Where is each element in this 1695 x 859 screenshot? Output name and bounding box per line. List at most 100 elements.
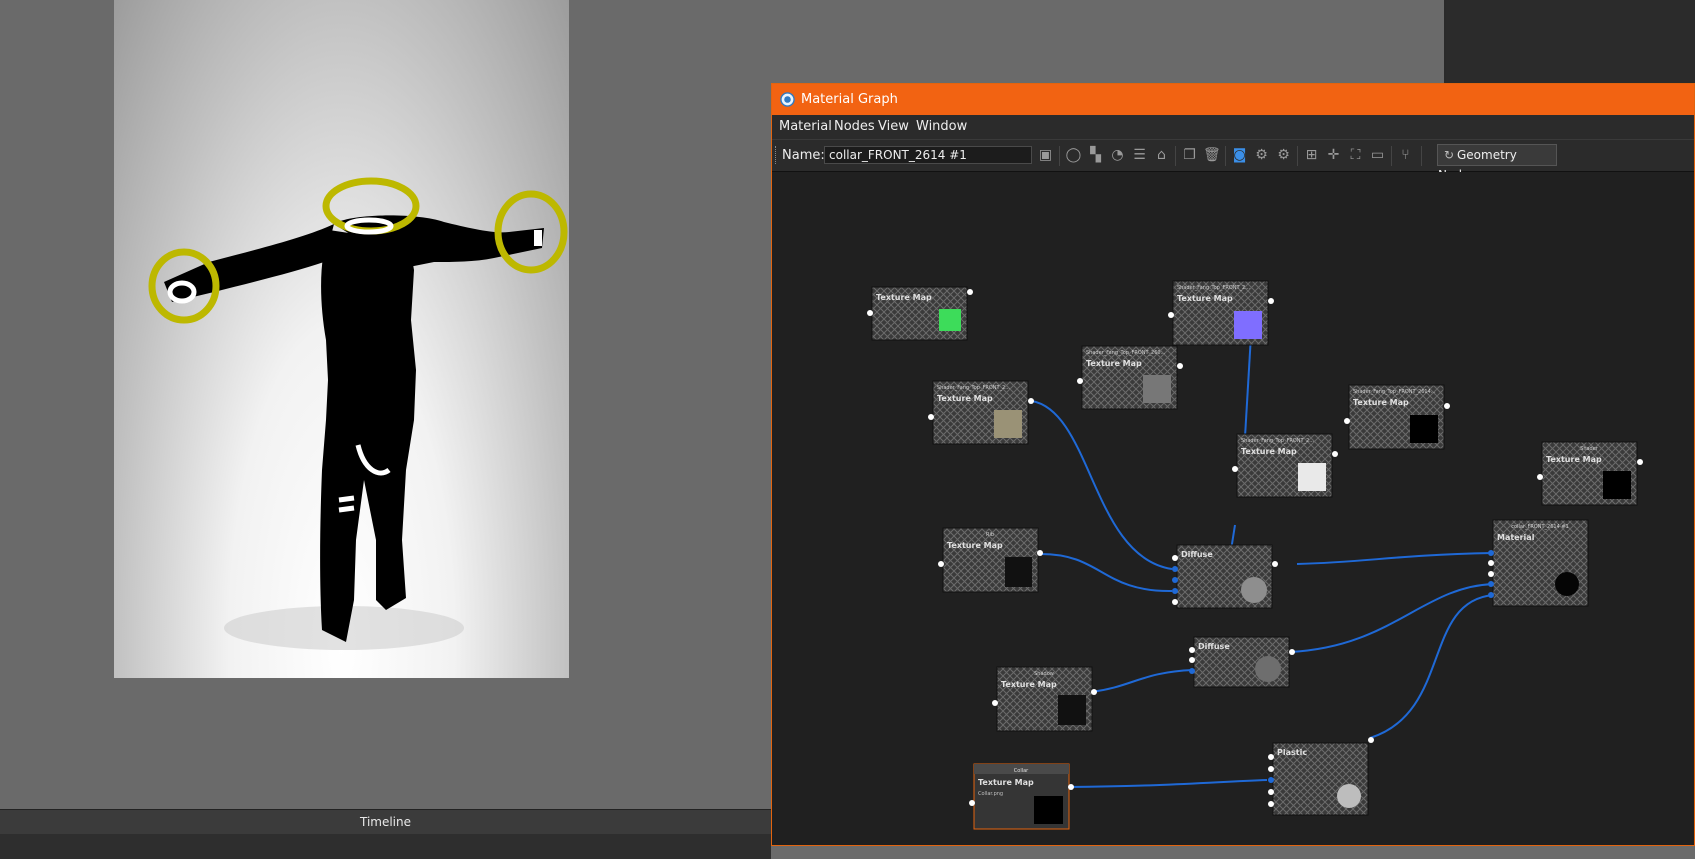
node-header-label: Shadow — [1034, 671, 1054, 677]
output-port — [1368, 737, 1374, 743]
name-label: Name: — [782, 148, 825, 163]
input-port — [867, 310, 873, 316]
texture-thumbnail — [1234, 311, 1262, 339]
texture-thumbnail — [1410, 415, 1438, 443]
output-port — [967, 289, 973, 295]
sphere-thumbnail — [1241, 577, 1267, 603]
copy-icon[interactable]: ❐ — [1181, 147, 1198, 164]
wire — [1031, 400, 1173, 570]
bottom-strip — [0, 834, 771, 859]
texture-map-node-shadow[interactable]: Shadow Texture Map — [992, 666, 1097, 732]
wire — [1090, 669, 1194, 693]
plastic-node[interactable]: Plastic — [1268, 737, 1374, 816]
node-add-icon[interactable]: ⚙ — [1253, 147, 1270, 164]
snap-icon[interactable]: ✛ — [1325, 147, 1342, 164]
node-type-label: Texture Map — [1001, 680, 1057, 689]
material-graph-title-bar[interactable]: Material Graph — [772, 84, 1694, 115]
node-remove-icon[interactable]: ⚙ — [1275, 147, 1292, 164]
sphere-thumbnail — [1255, 656, 1281, 682]
texture-map-node-6[interactable]: Shader_Fang_Top_FRONT_2614... Texture Ma… — [1344, 384, 1450, 450]
node-type-label: Diffuse — [1198, 642, 1230, 651]
output-port — [1091, 689, 1097, 695]
input-port — [1488, 592, 1494, 598]
material-graph-title: Material Graph — [801, 92, 898, 107]
input-port — [1268, 801, 1274, 807]
texture-map-node-3[interactable]: Shader_Fang_Top_FRONT_260... Texture Map — [1077, 345, 1183, 410]
timeline-bar[interactable]: Timeline — [0, 809, 771, 834]
texture-thumbnail — [994, 410, 1022, 438]
input-port — [1189, 647, 1195, 653]
bucket-icon[interactable]: ⌂ — [1153, 147, 1170, 164]
sphere-thumbnail — [1337, 784, 1361, 808]
checker-icon[interactable]: ▚ — [1087, 147, 1104, 164]
output-port — [1177, 363, 1183, 369]
geometry-nodes-button[interactable]: ↻Geometry Nodes — [1437, 144, 1557, 182]
menu-material[interactable]: Material — [779, 115, 832, 139]
wire — [1289, 583, 1494, 653]
toolbar-separator — [1391, 146, 1392, 166]
texture-thumbnail — [1143, 375, 1171, 403]
wire — [1369, 594, 1494, 739]
input-port — [1189, 668, 1195, 674]
settings-sliders-icon[interactable]: ☰ — [1131, 147, 1148, 164]
render-preview — [114, 0, 569, 678]
node-type-label: Texture Map — [1086, 359, 1142, 368]
material-graph-window[interactable]: Material Graph Material Nodes View Windo… — [771, 83, 1695, 846]
texture-map-node-4[interactable]: Shader_Fang_Top_FRONT_2... Texture Map — [928, 380, 1034, 445]
texture-thumbnail — [939, 309, 961, 331]
menu-view[interactable]: View — [878, 115, 909, 139]
input-port — [1168, 312, 1174, 318]
node-header-label: collar_FRONT_2614 #1 — [1511, 524, 1568, 530]
menu-window[interactable]: Window — [916, 115, 967, 139]
align-icon[interactable]: ⊞ — [1303, 147, 1320, 164]
texture-map-node-8[interactable]: Rib Texture Map — [938, 527, 1043, 593]
figure-render-image — [148, 177, 568, 650]
texture-map-node-collar[interactable]: Collar Texture Map Collar.png — [969, 763, 1074, 830]
node-header-label: Collar — [1014, 768, 1029, 774]
material-name-input[interactable] — [824, 146, 1032, 164]
branch-icon[interactable]: ⑂ — [1397, 147, 1414, 164]
node-graph-svg[interactable]: Texture Map Shader_Fang_Top_FRONT_2... T… — [772, 172, 1694, 845]
node-graph-canvas[interactable]: Texture Map Shader_Fang_Top_FRONT_2... T… — [772, 172, 1694, 845]
node-type-label: Texture Map — [1241, 447, 1297, 456]
zoom-100-icon[interactable]: ▭ — [1369, 147, 1386, 164]
input-port — [1344, 418, 1350, 424]
node-type-label: Texture Map — [876, 293, 932, 302]
input-port — [1232, 466, 1238, 472]
node-type-label: Texture Map — [1177, 294, 1233, 303]
sphere-preview-icon[interactable]: ◯ — [1065, 147, 1082, 164]
toolbar-grip[interactable] — [775, 146, 779, 164]
node-type-label: Texture Map — [1546, 455, 1602, 464]
link-icon[interactable]: ◙ — [1231, 147, 1248, 164]
input-port — [1268, 766, 1274, 772]
texture-thumbnail — [1603, 471, 1631, 499]
fit-icon[interactable]: ⛶ — [1347, 147, 1364, 164]
menu-nodes[interactable]: Nodes — [834, 115, 875, 139]
input-port — [1172, 577, 1178, 583]
output-port — [1028, 398, 1034, 404]
toolbar-separator — [1059, 146, 1060, 166]
trash-icon[interactable]: 🗑 — [1203, 147, 1221, 164]
texture-map-node-7[interactable]: Shader Texture Map — [1537, 441, 1643, 506]
refresh-icon[interactable]: ◔ — [1109, 147, 1126, 164]
output-port — [1272, 561, 1278, 567]
diffuse-node-1[interactable]: Diffuse — [1172, 544, 1278, 609]
input-port — [1537, 474, 1543, 480]
input-port — [938, 561, 944, 567]
material-output-node[interactable]: collar_FRONT_2614 #1 Material — [1488, 519, 1589, 607]
node-header-label: Shader_Fang_Top_FRONT_2614... — [1353, 389, 1436, 395]
timeline-label: Timeline — [359, 815, 412, 829]
node-header-label: Shader_Fang_Top_FRONT_2... — [937, 385, 1010, 391]
texture-map-node-1[interactable]: Texture Map — [867, 286, 973, 341]
input-port — [1268, 777, 1274, 783]
input-port — [1268, 754, 1274, 760]
node-sub-label: Collar.png — [978, 791, 1003, 797]
input-port — [1172, 566, 1178, 572]
diffuse-node-2[interactable]: Diffuse — [1189, 636, 1295, 688]
texture-map-node-5[interactable]: Shader_Fang_Top_FRONT_2... Texture Map — [1232, 433, 1338, 498]
input-port — [1172, 555, 1178, 561]
save-icon[interactable]: ▣ — [1037, 147, 1054, 164]
texture-map-node-2[interactable]: Shader_Fang_Top_FRONT_2... Texture Map — [1168, 280, 1274, 346]
texture-thumbnail — [1034, 796, 1063, 824]
wire — [1068, 779, 1268, 788]
